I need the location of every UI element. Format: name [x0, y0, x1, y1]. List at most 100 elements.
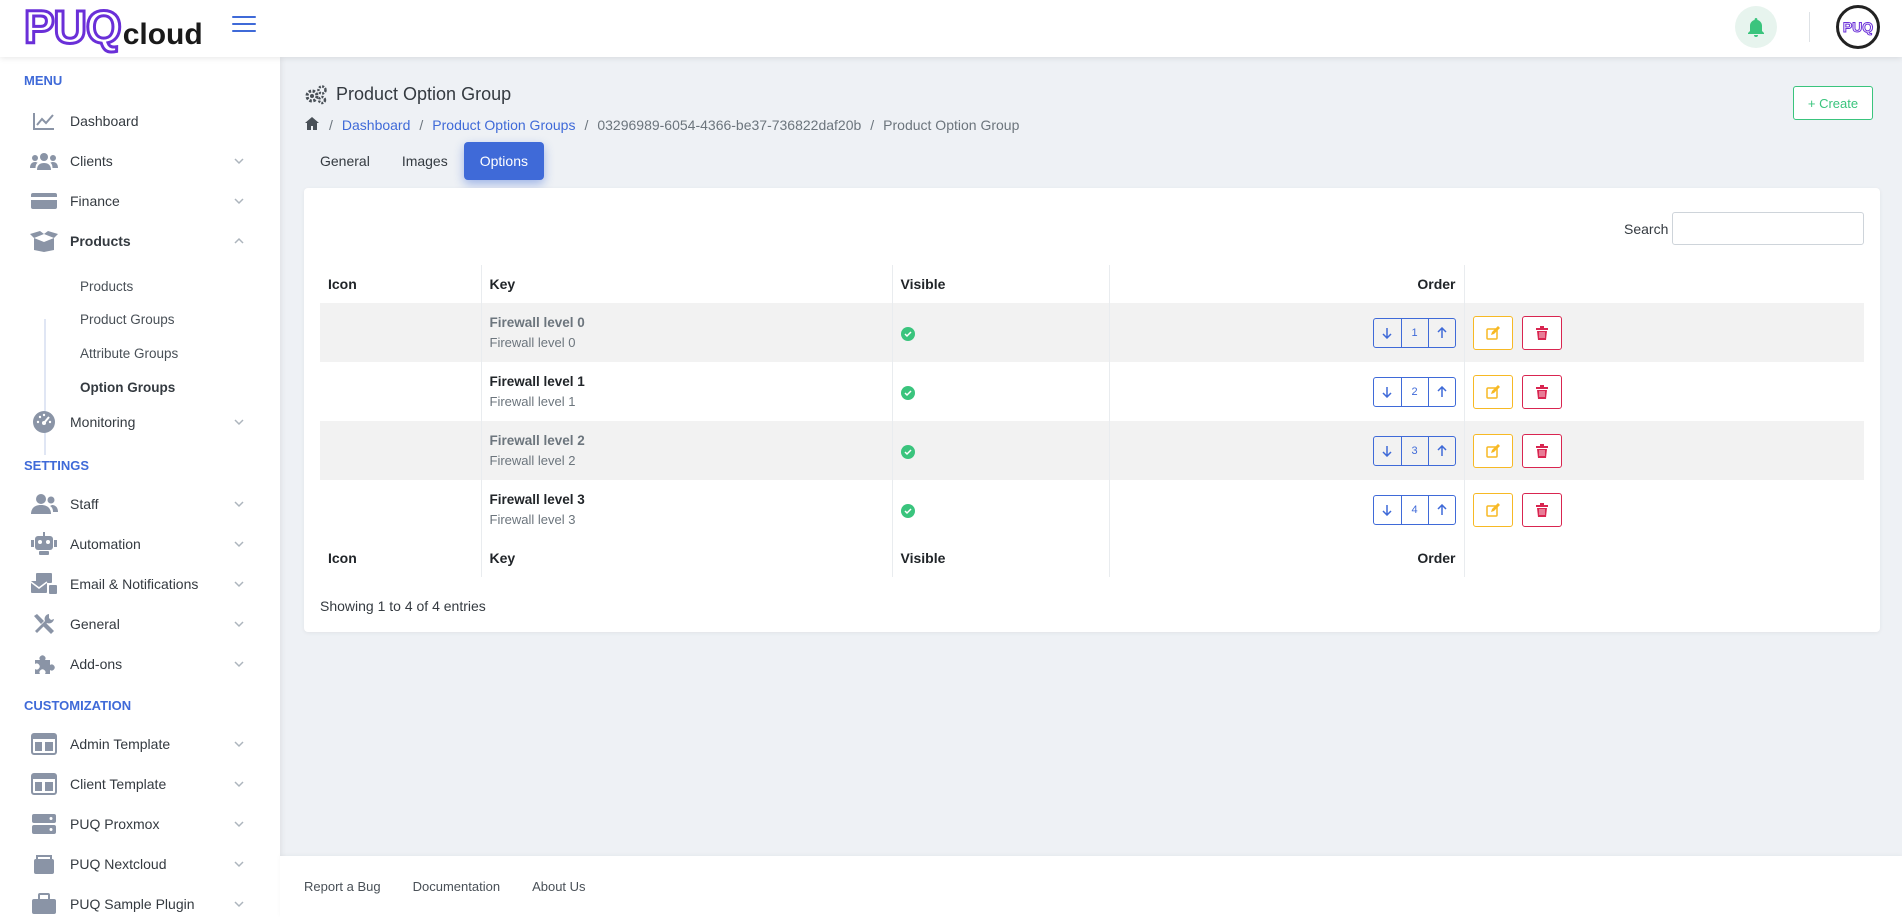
arrow-up-icon[interactable] [1427, 318, 1455, 347]
edit-button[interactable] [1472, 492, 1513, 527]
tab-options[interactable]: Options [463, 142, 544, 180]
order-control: 2 [1372, 376, 1456, 407]
col-header-icon[interactable]: Icon [320, 265, 482, 303]
chevron-down-icon [234, 901, 244, 908]
sidebar-item-staff[interactable]: Staff [30, 489, 246, 519]
edit-icon [1485, 325, 1500, 340]
submenu-item-option-groups[interactable]: Option Groups [80, 380, 175, 395]
row-icon-cell [320, 480, 482, 539]
logo-suffix-text: cloud [122, 18, 203, 51]
row-order-cell: 2 [1109, 362, 1465, 421]
create-button[interactable]: + Create [1793, 86, 1873, 120]
sidebar-item-puq-sample-plugin[interactable]: PUQ Sample Plugin [30, 889, 246, 917]
page-title-text: Product Option Group [336, 84, 512, 104]
row-title: Firewall level 2 [489, 433, 585, 448]
sidebar-item-email-notifications[interactable]: Email & Notifications [30, 569, 246, 599]
table-row: Firewall level 2 Firewall level 2 3 [320, 421, 1864, 480]
sidebar-item-puq-proxmox[interactable]: PUQ Proxmox [30, 809, 246, 839]
tools-icon [30, 612, 58, 636]
row-key-cell: Firewall level 1 Firewall level 1 [481, 362, 893, 421]
chevron-down-icon [234, 741, 244, 748]
sidebar-item-products[interactable]: Products [30, 226, 246, 256]
edit-icon [1485, 384, 1500, 399]
chevron-up-icon [234, 237, 244, 244]
arrow-down-icon[interactable] [1374, 319, 1401, 347]
breadcrumb-product-option-groups[interactable]: Product Option Groups [432, 117, 575, 133]
gauge-icon [30, 410, 58, 434]
col-header-key[interactable]: Key [481, 265, 893, 303]
breadcrumb-dashboard[interactable]: Dashboard [342, 117, 411, 133]
footer-link-report-bug[interactable]: Report a Bug [304, 879, 381, 894]
search-label: Search [1624, 221, 1669, 237]
row-visible-cell [892, 303, 1110, 362]
chevron-down-icon [234, 419, 244, 426]
sidebar-item-general[interactable]: General [30, 609, 246, 639]
robot-icon [30, 532, 58, 556]
sidebar-item-clients[interactable]: Clients [30, 146, 246, 176]
top-header: PUQ cloud PUQ [0, 0, 1902, 57]
edit-button[interactable] [1472, 374, 1513, 409]
tab-images[interactable]: Images [386, 142, 464, 180]
sidebar-item-dashboard[interactable]: Dashboard [30, 106, 246, 136]
tab-bar: General Images Options [304, 142, 544, 180]
arrow-up-icon[interactable] [1427, 377, 1455, 406]
col-header-actions [1464, 265, 1864, 303]
check-circle-icon [900, 503, 915, 518]
customization-heading: CUSTOMIZATION [24, 698, 132, 713]
tab-general[interactable]: General [304, 142, 386, 180]
home-icon[interactable] [304, 116, 320, 134]
sidebar-item-monitoring[interactable]: Monitoring [30, 407, 246, 437]
layout-icon [30, 772, 58, 796]
sidebar-item-automation[interactable]: Automation [30, 529, 246, 559]
search-input[interactable] [1672, 212, 1864, 245]
chevron-down-icon [234, 581, 244, 588]
arrow-up-icon[interactable] [1427, 436, 1455, 465]
delete-button[interactable] [1521, 492, 1562, 527]
submenu-item-attribute-groups[interactable]: Attribute Groups [80, 346, 178, 361]
hamburger-menu-icon[interactable] [232, 16, 256, 34]
col-header-order[interactable]: Order [1109, 265, 1465, 303]
sidebar-item-label: Clients [70, 153, 113, 169]
arrow-down-icon[interactable] [1374, 437, 1401, 465]
edit-button[interactable] [1472, 433, 1513, 468]
sidebar-item-puq-nextcloud[interactable]: PUQ Nextcloud [30, 849, 246, 879]
sidebar-item-finance[interactable]: Finance [30, 186, 246, 216]
footer-link-documentation[interactable]: Documentation [413, 879, 500, 894]
submenu-item-products[interactable]: Products [80, 279, 133, 294]
footer-link-about-us[interactable]: About Us [532, 879, 585, 894]
order-control: 4 [1372, 494, 1456, 525]
user-avatar[interactable]: PUQ [1836, 5, 1880, 49]
credit-card-icon [30, 189, 58, 213]
col-header-visible[interactable]: Visible [892, 265, 1110, 303]
row-subtitle: Firewall level 2 [489, 453, 576, 468]
edit-button[interactable] [1472, 315, 1513, 350]
avatar-text: PUQ [1842, 19, 1874, 36]
row-title: Firewall level 1 [489, 374, 585, 389]
delete-button[interactable] [1521, 433, 1562, 468]
check-circle-icon [900, 326, 915, 341]
sidebar-item-label: Dashboard [70, 113, 139, 129]
brand-logo[interactable]: PUQ cloud [23, 3, 203, 52]
arrow-down-icon[interactable] [1374, 496, 1401, 524]
row-visible-cell [892, 480, 1110, 539]
delete-button[interactable] [1521, 315, 1562, 350]
sidebar-item-add-ons[interactable]: Add-ons [30, 649, 246, 679]
arrow-down-icon[interactable] [1374, 378, 1401, 406]
arrow-up-icon[interactable] [1427, 495, 1455, 524]
sidebar-item-label: Email & Notifications [70, 576, 199, 592]
table-footer-row: Icon Key Visible Order [320, 539, 1864, 577]
row-order-cell: 1 [1109, 303, 1465, 362]
table-row: Firewall level 3 Firewall level 3 4 [320, 480, 1864, 539]
col-footer-icon: Icon [320, 539, 482, 577]
notifications-bell-icon[interactable] [1735, 6, 1777, 48]
cogs-icon [304, 84, 328, 105]
submenu-item-product-groups[interactable]: Product Groups [80, 312, 175, 327]
order-value: 4 [1400, 495, 1428, 524]
sidebar-item-client-template[interactable]: Client Template [30, 769, 246, 799]
delete-button[interactable] [1521, 374, 1562, 409]
row-icon-cell [320, 421, 482, 480]
sidebar-item-admin-template[interactable]: Admin Template [30, 729, 246, 759]
sidebar: MENU Dashboard Clients Finance Products … [0, 57, 280, 917]
sidebar-item-label: Admin Template [70, 736, 171, 752]
check-circle-icon [900, 385, 915, 400]
